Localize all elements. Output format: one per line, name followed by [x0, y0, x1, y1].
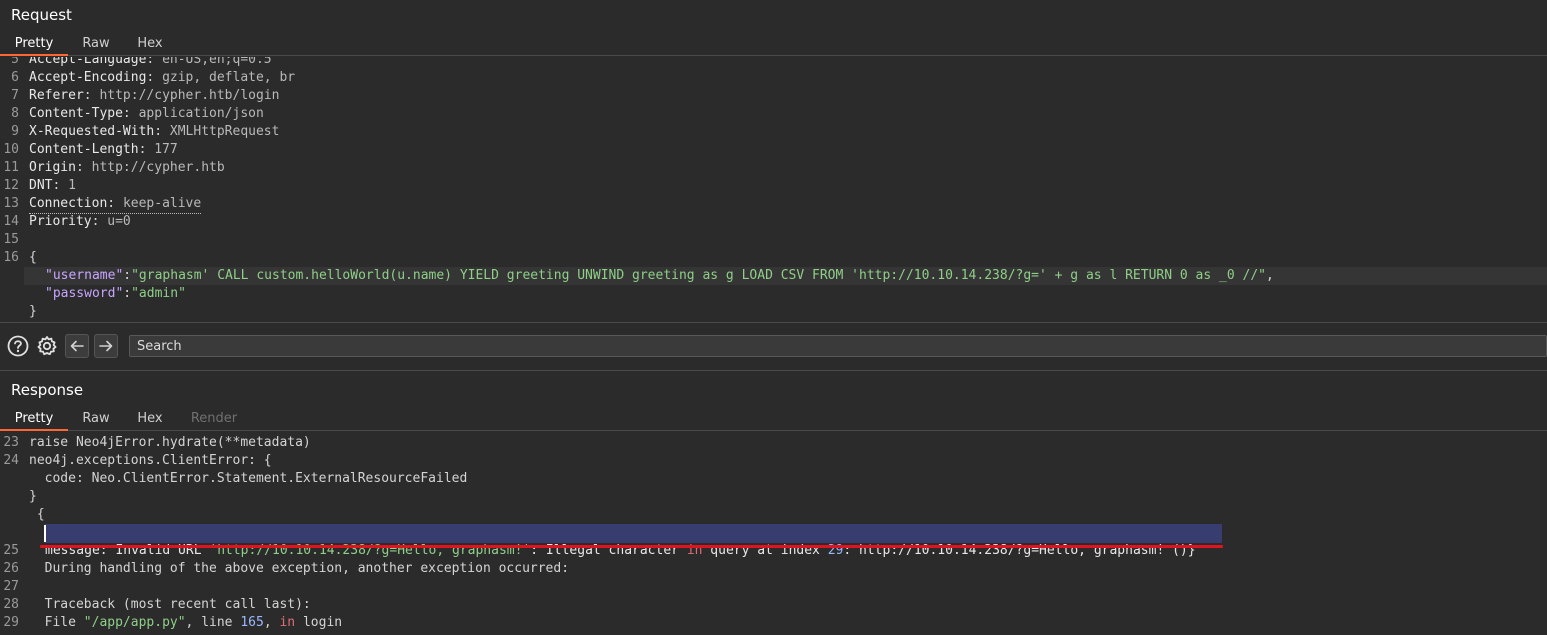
request-line: 12 DNT: 1 [3, 178, 76, 193]
search-input[interactable] [129, 335, 1547, 357]
response-tabs: Pretty Raw Hex Render [0, 407, 1547, 431]
request-line: 6 Accept-Encoding: gzip, deflate, br [11, 70, 296, 85]
response-editor[interactable]: 23 raise Neo4jError.hydrate(**metadata) 2… [0, 432, 1547, 635]
request-line: 10 Content-Length: 177 [3, 142, 178, 157]
request-body-password-line: "password":"admin" [45, 286, 186, 301]
request-tab-hex[interactable]: Hex [130, 32, 170, 56]
response-line: 27 [3, 579, 19, 594]
request-tab-pretty[interactable]: Pretty [0, 32, 68, 56]
request-line: 14 Priority: u=0 [3, 214, 131, 229]
response-tab-hex[interactable]: Hex [130, 407, 170, 431]
response-line: code: Neo.ClientError.Statement.External… [29, 471, 468, 486]
forward-button[interactable] [94, 334, 118, 358]
response-tab-render[interactable]: Render [186, 407, 242, 431]
request-line: 15 [3, 232, 19, 247]
request-body-open: { [29, 250, 37, 265]
request-body-close: } [29, 304, 37, 319]
arrow-left-icon [70, 340, 84, 352]
response-message-line: message: Invalid URL 'http://10.10.14.23… [45, 543, 1196, 558]
response-line: 24 neo4j.exceptions.ClientError: { [3, 453, 272, 468]
red-annotation-underline [40, 545, 1223, 548]
response-line: 28 Traceback (most recent call last): [3, 597, 311, 612]
arrow-right-icon [99, 340, 113, 352]
response-panel-title: Response [11, 381, 84, 399]
request-line: 13 Connection: keep-alive [0, 195, 1547, 214]
gear-icon [37, 336, 57, 356]
request-line: 5 Accept-Language: en-US,en;q=0.5 [11, 57, 272, 67]
request-line: 7 Referer: http://cypher.htb/login [11, 88, 280, 103]
settings-button[interactable] [35, 334, 59, 358]
request-line: 8 Content-Type: application/json [11, 106, 264, 121]
request-body-username-line: "username":"graphasm' CALL custom.helloW… [24, 267, 1547, 285]
response-line: 23 raise Neo4jError.hydrate(**metadata) [3, 435, 311, 450]
request-line: 11 Origin: http://cypher.htb [3, 160, 225, 175]
request-tabs: Pretty Raw Hex [0, 32, 1547, 56]
back-button[interactable] [65, 334, 89, 358]
request-line: 9 X-Requested-With: XMLHttpRequest [11, 124, 280, 139]
response-tab-raw[interactable]: Raw [76, 407, 116, 431]
response-line: 26 During handling of the above exceptio… [3, 561, 570, 576]
response-line: 29 File "/app/app.py", line 165, in logi… [3, 615, 343, 630]
search-toolbar [0, 322, 1547, 371]
help-button[interactable] [6, 334, 30, 358]
request-editor[interactable]: 5 Accept-Language: en-US,en;q=0.5 6 Accept… [0, 57, 1547, 322]
response-line: { [29, 507, 45, 522]
request-tab-raw[interactable]: Raw [76, 32, 116, 56]
response-line: } [29, 489, 37, 504]
request-panel-title: Request [11, 6, 72, 24]
question-circle-icon [7, 335, 29, 357]
response-tab-pretty[interactable]: Pretty [0, 407, 68, 431]
